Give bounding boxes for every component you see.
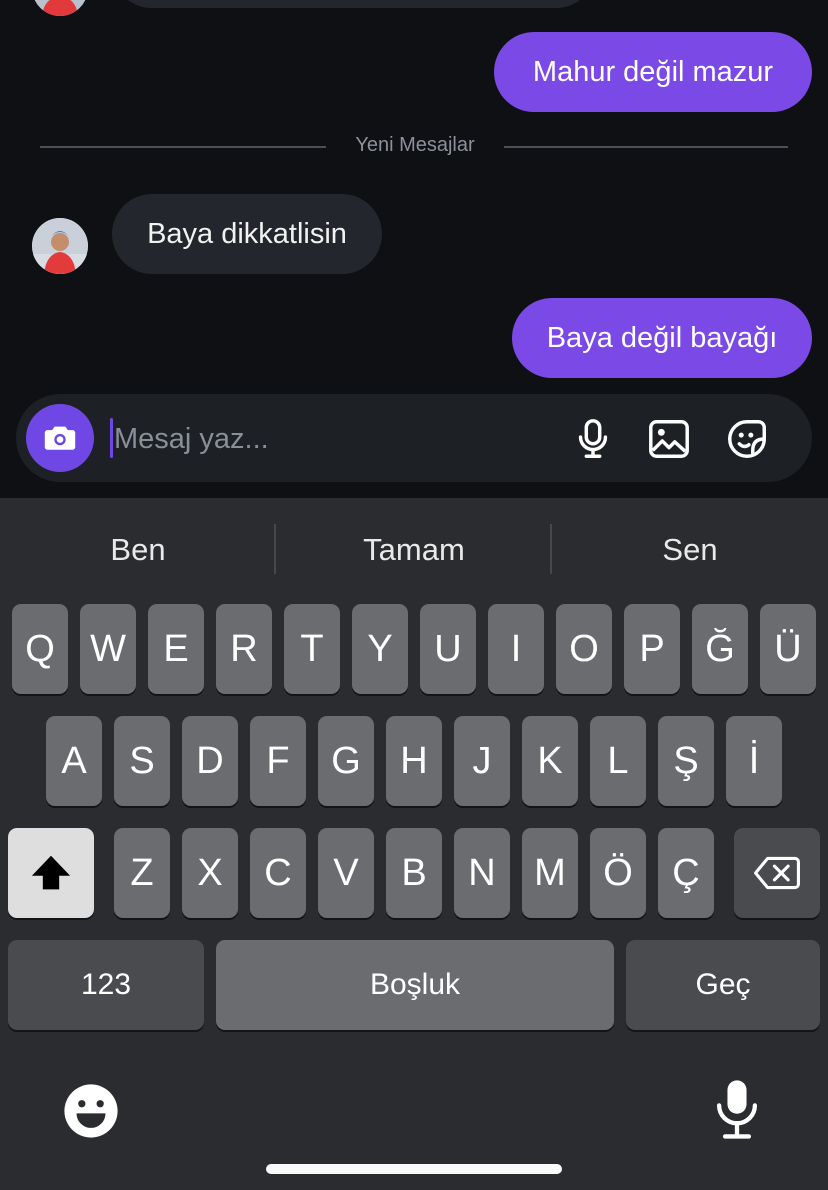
key-k[interactable]: K [522, 716, 578, 806]
key-v[interactable]: V [318, 828, 374, 918]
key-r[interactable]: R [216, 604, 272, 694]
key-w[interactable]: W [80, 604, 136, 694]
message-input[interactable] [112, 412, 556, 466]
key-s[interactable]: S [114, 716, 170, 806]
key-i[interactable]: I [488, 604, 544, 694]
key-h[interactable]: H [386, 716, 442, 806]
key-m[interactable]: M [522, 828, 578, 918]
sticker-icon[interactable] [724, 416, 770, 462]
key-e[interactable]: E [148, 604, 204, 694]
message-bubble-incoming[interactable]: Baya dikkatlisin [112, 194, 382, 274]
key-u-umlaut[interactable]: Ü [760, 604, 816, 694]
key-t[interactable]: T [284, 604, 340, 694]
emoji-icon[interactable] [62, 1082, 120, 1140]
return-key[interactable]: Geç [626, 940, 820, 1030]
home-indicator[interactable] [266, 1164, 562, 1174]
numbers-key[interactable]: 123 [8, 940, 204, 1030]
key-u[interactable]: U [420, 604, 476, 694]
suggestion-item[interactable]: Tamam [276, 516, 552, 584]
dictation-icon[interactable] [712, 1078, 762, 1140]
backspace-icon [754, 856, 800, 890]
shift-key[interactable] [8, 828, 94, 918]
space-key[interactable]: Boşluk [216, 940, 614, 1030]
message-composer [16, 394, 812, 482]
key-a[interactable]: A [46, 716, 102, 806]
key-q[interactable]: Q [12, 604, 68, 694]
message-bubble-partial [112, 0, 596, 8]
camera-icon [44, 426, 76, 450]
backspace-key[interactable] [734, 828, 820, 918]
contact-avatar[interactable] [32, 0, 88, 16]
key-s-cedilla[interactable]: Ş [658, 716, 714, 806]
camera-button[interactable] [26, 404, 94, 472]
key-c-cedilla[interactable]: Ç [658, 828, 714, 918]
image-icon[interactable] [646, 416, 692, 462]
key-p[interactable]: P [624, 604, 680, 694]
key-j[interactable]: J [454, 716, 510, 806]
key-o[interactable]: O [556, 604, 612, 694]
key-g[interactable]: G [318, 716, 374, 806]
message-bubble-outgoing[interactable]: Baya değil bayağı [512, 298, 812, 378]
new-messages-divider: Yeni Mesajlar [355, 134, 475, 156]
key-z[interactable]: Z [114, 828, 170, 918]
key-n[interactable]: N [454, 828, 510, 918]
key-x[interactable]: X [182, 828, 238, 918]
key-c[interactable]: C [250, 828, 306, 918]
divider-line [504, 146, 788, 148]
divider-line [40, 146, 326, 148]
message-bubble-outgoing[interactable]: Mahur değil mazur [494, 32, 812, 112]
key-y[interactable]: Y [352, 604, 408, 694]
suggestion-item[interactable]: Ben [0, 516, 276, 584]
key-g-breve[interactable]: Ğ [692, 604, 748, 694]
microphone-icon[interactable] [570, 416, 616, 462]
keyboard: Ben Tamam Sen Q W E R T Y U I O P Ğ Ü A … [0, 498, 828, 1190]
key-f[interactable]: F [250, 716, 306, 806]
key-d[interactable]: D [182, 716, 238, 806]
chat-area: Mahur değil mazur Yeni Mesajlar Baya dik… [0, 0, 828, 498]
contact-avatar[interactable] [32, 218, 88, 274]
shift-icon [31, 855, 71, 890]
key-o-umlaut[interactable]: Ö [590, 828, 646, 918]
key-b[interactable]: B [386, 828, 442, 918]
key-i-dotted[interactable]: İ [726, 716, 782, 806]
key-l[interactable]: L [590, 716, 646, 806]
suggestion-item[interactable]: Sen [552, 516, 828, 584]
